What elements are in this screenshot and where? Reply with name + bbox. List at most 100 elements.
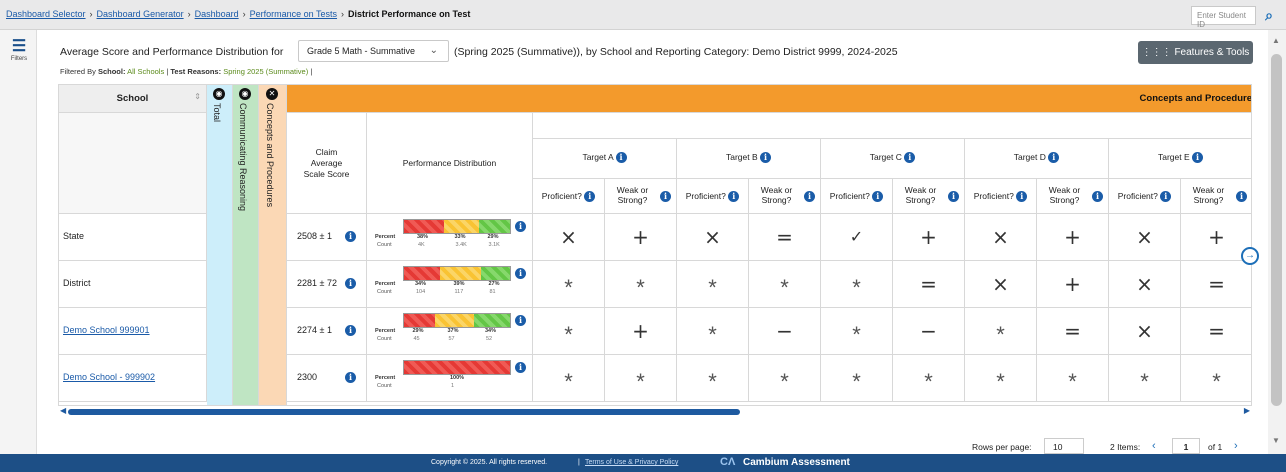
breadcrumb-dashboard-generator[interactable]: Dashboard Generator [97,9,184,19]
scroll-up-arrow[interactable]: ▲ [1272,36,1280,45]
top-bar: Dashboard Selector › Dashboard Generator › D… [0,0,1286,30]
school-link[interactable]: Demo School 999901 [63,325,150,335]
scroll-down-arrow[interactable]: ▼ [1272,436,1280,445]
info-icon[interactable]: i [728,191,740,203]
table-row-school[interactable]: Demo School - 999902 [59,355,207,402]
info-icon[interactable]: i [904,152,916,164]
total-column-label: Total [212,103,222,123]
scrollbar-thumb[interactable] [68,409,740,415]
target-header: Target E i [1109,139,1251,179]
claim-average-header[interactable]: Claim Average Scale Score [287,113,367,214]
weak-strong-cell: = [749,214,821,261]
proficient-cell: * [533,261,605,308]
info-icon[interactable]: i [345,231,356,242]
info-icon[interactable]: i [345,325,356,336]
info-icon[interactable]: i [1016,191,1028,203]
indicator-mark: = [1208,272,1225,296]
left-rail: ☰ Filters [0,30,37,454]
cambium-logo-icon: CΛ [720,456,736,468]
scroll-left-arrow[interactable]: ◀ [60,406,66,415]
weak-strong-cell: = [1037,308,1109,355]
info-icon[interactable]: i [872,191,884,203]
info-icon[interactable]: i [1048,152,1060,164]
claim-score: 2508 ± 1 [297,231,332,241]
strong-label: Strong? [1049,195,1080,205]
percent-label: Percent [375,328,396,334]
breadcrumb-dashboard[interactable]: Dashboard [195,9,239,19]
proficient-cell: * [533,308,605,355]
indicator-mark: + [1064,225,1081,249]
info-icon[interactable]: i [804,191,815,202]
info-icon[interactable]: i [515,268,526,279]
performance-distribution-header: Performance Distribution [367,113,533,214]
prev-page-icon[interactable]: ‹ [1152,440,1156,452]
weak-strong-cell: = [1181,261,1251,308]
segment-percent: 100% [450,375,465,381]
proficient-label: Proficient? [1117,191,1158,201]
claim-score-cell: 2274 ± 1 i [287,308,367,355]
features-tools-button[interactable]: ⋮⋮⋮ Features & Tools [1138,41,1253,64]
segment-count: 1 [451,383,455,389]
info-icon[interactable]: i [760,152,772,164]
weak-strong-cell: − [749,308,821,355]
info-icon[interactable]: i [948,191,959,202]
school-link[interactable]: Demo School - 999902 [63,372,155,382]
sort-icon[interactable]: ⇕ [194,92,201,101]
info-icon[interactable]: i [584,191,596,203]
school-column-header[interactable]: School ⇕ [59,85,207,113]
proficient-cell: * [677,308,749,355]
segment-count: 4K [418,242,425,248]
test-select[interactable]: Grade 5 Math - Summative ⌄ [298,40,449,62]
student-id-input[interactable]: Enter Student ID [1191,6,1256,29]
segment-percent: 37% [447,328,459,334]
communicating-reasoning-label: Communicating Reasoning [238,103,248,212]
filter-sliders-icon: ☰ [11,38,27,55]
next-page-icon[interactable]: › [1234,440,1238,452]
proficient-cell: × [533,214,605,261]
weak-label: Weak or [904,185,937,195]
info-icon[interactable]: i [1160,191,1172,203]
breadcrumb-performance-on-tests[interactable]: Performance on Tests [250,9,337,19]
vertical-scrollbar-thumb[interactable] [1271,54,1282,406]
weak-strong-cell: * [893,355,965,402]
weak-label: Weak or [1192,185,1225,195]
target-label: Target E [1157,152,1190,162]
close-icon[interactable]: ✕ [266,88,278,100]
page-input[interactable]: 1 [1172,438,1200,454]
performance-distribution-cell: i Percent Count 38% 4K 33% 3.4K 29% 3.1K [367,214,533,261]
indicator-mark: * [564,275,573,300]
filters-button[interactable]: ☰ Filters [8,38,30,63]
eye-icon[interactable]: ◉ [239,88,251,100]
performance-distribution-cell: i Percent Count 100% 1 [367,355,533,402]
indicator-mark: * [1212,369,1221,394]
copyright-text: Copyright © 2025. All rights reserved. [431,459,548,466]
segment-percent: 27% [488,281,500,287]
info-icon[interactable]: i [1192,152,1204,164]
info-icon[interactable]: i [660,191,671,202]
info-icon[interactable]: i [1236,191,1247,202]
vertical-scrollbar[interactable]: ▲ ▼ [1268,30,1286,454]
info-icon[interactable]: i [345,278,356,289]
breadcrumb-dashboard-selector[interactable]: Dashboard Selector [6,9,86,19]
scroll-right-circle-icon[interactable]: → [1241,247,1259,265]
info-icon[interactable]: i [345,372,356,383]
info-icon[interactable]: i [515,221,526,232]
school-header-label: School [116,93,149,104]
horizontal-scrollbar[interactable]: ◀ ▶ [58,406,1252,417]
school-name: District [63,278,91,288]
info-icon[interactable]: i [615,152,627,164]
eye-icon[interactable]: ◉ [213,88,225,100]
weak-strong-header: Weak or Strong? i [1181,179,1251,214]
info-icon[interactable]: i [515,362,526,373]
info-icon[interactable]: i [515,315,526,326]
scroll-right-arrow[interactable]: ▶ [1244,406,1250,415]
weak-strong-header: Weak or Strong? i [749,179,821,214]
distribution-segment [481,267,510,280]
table-row-school[interactable]: Demo School 999901 [59,308,207,355]
count-label: Count [377,383,392,389]
weak-strong-cell: = [893,261,965,308]
rows-per-page-input[interactable]: 10 [1044,438,1084,454]
search-icon[interactable]: ⌕ [1258,5,1280,26]
terms-link[interactable]: Terms of Use & Privacy Policy [585,459,678,466]
info-icon[interactable]: i [1092,191,1103,202]
